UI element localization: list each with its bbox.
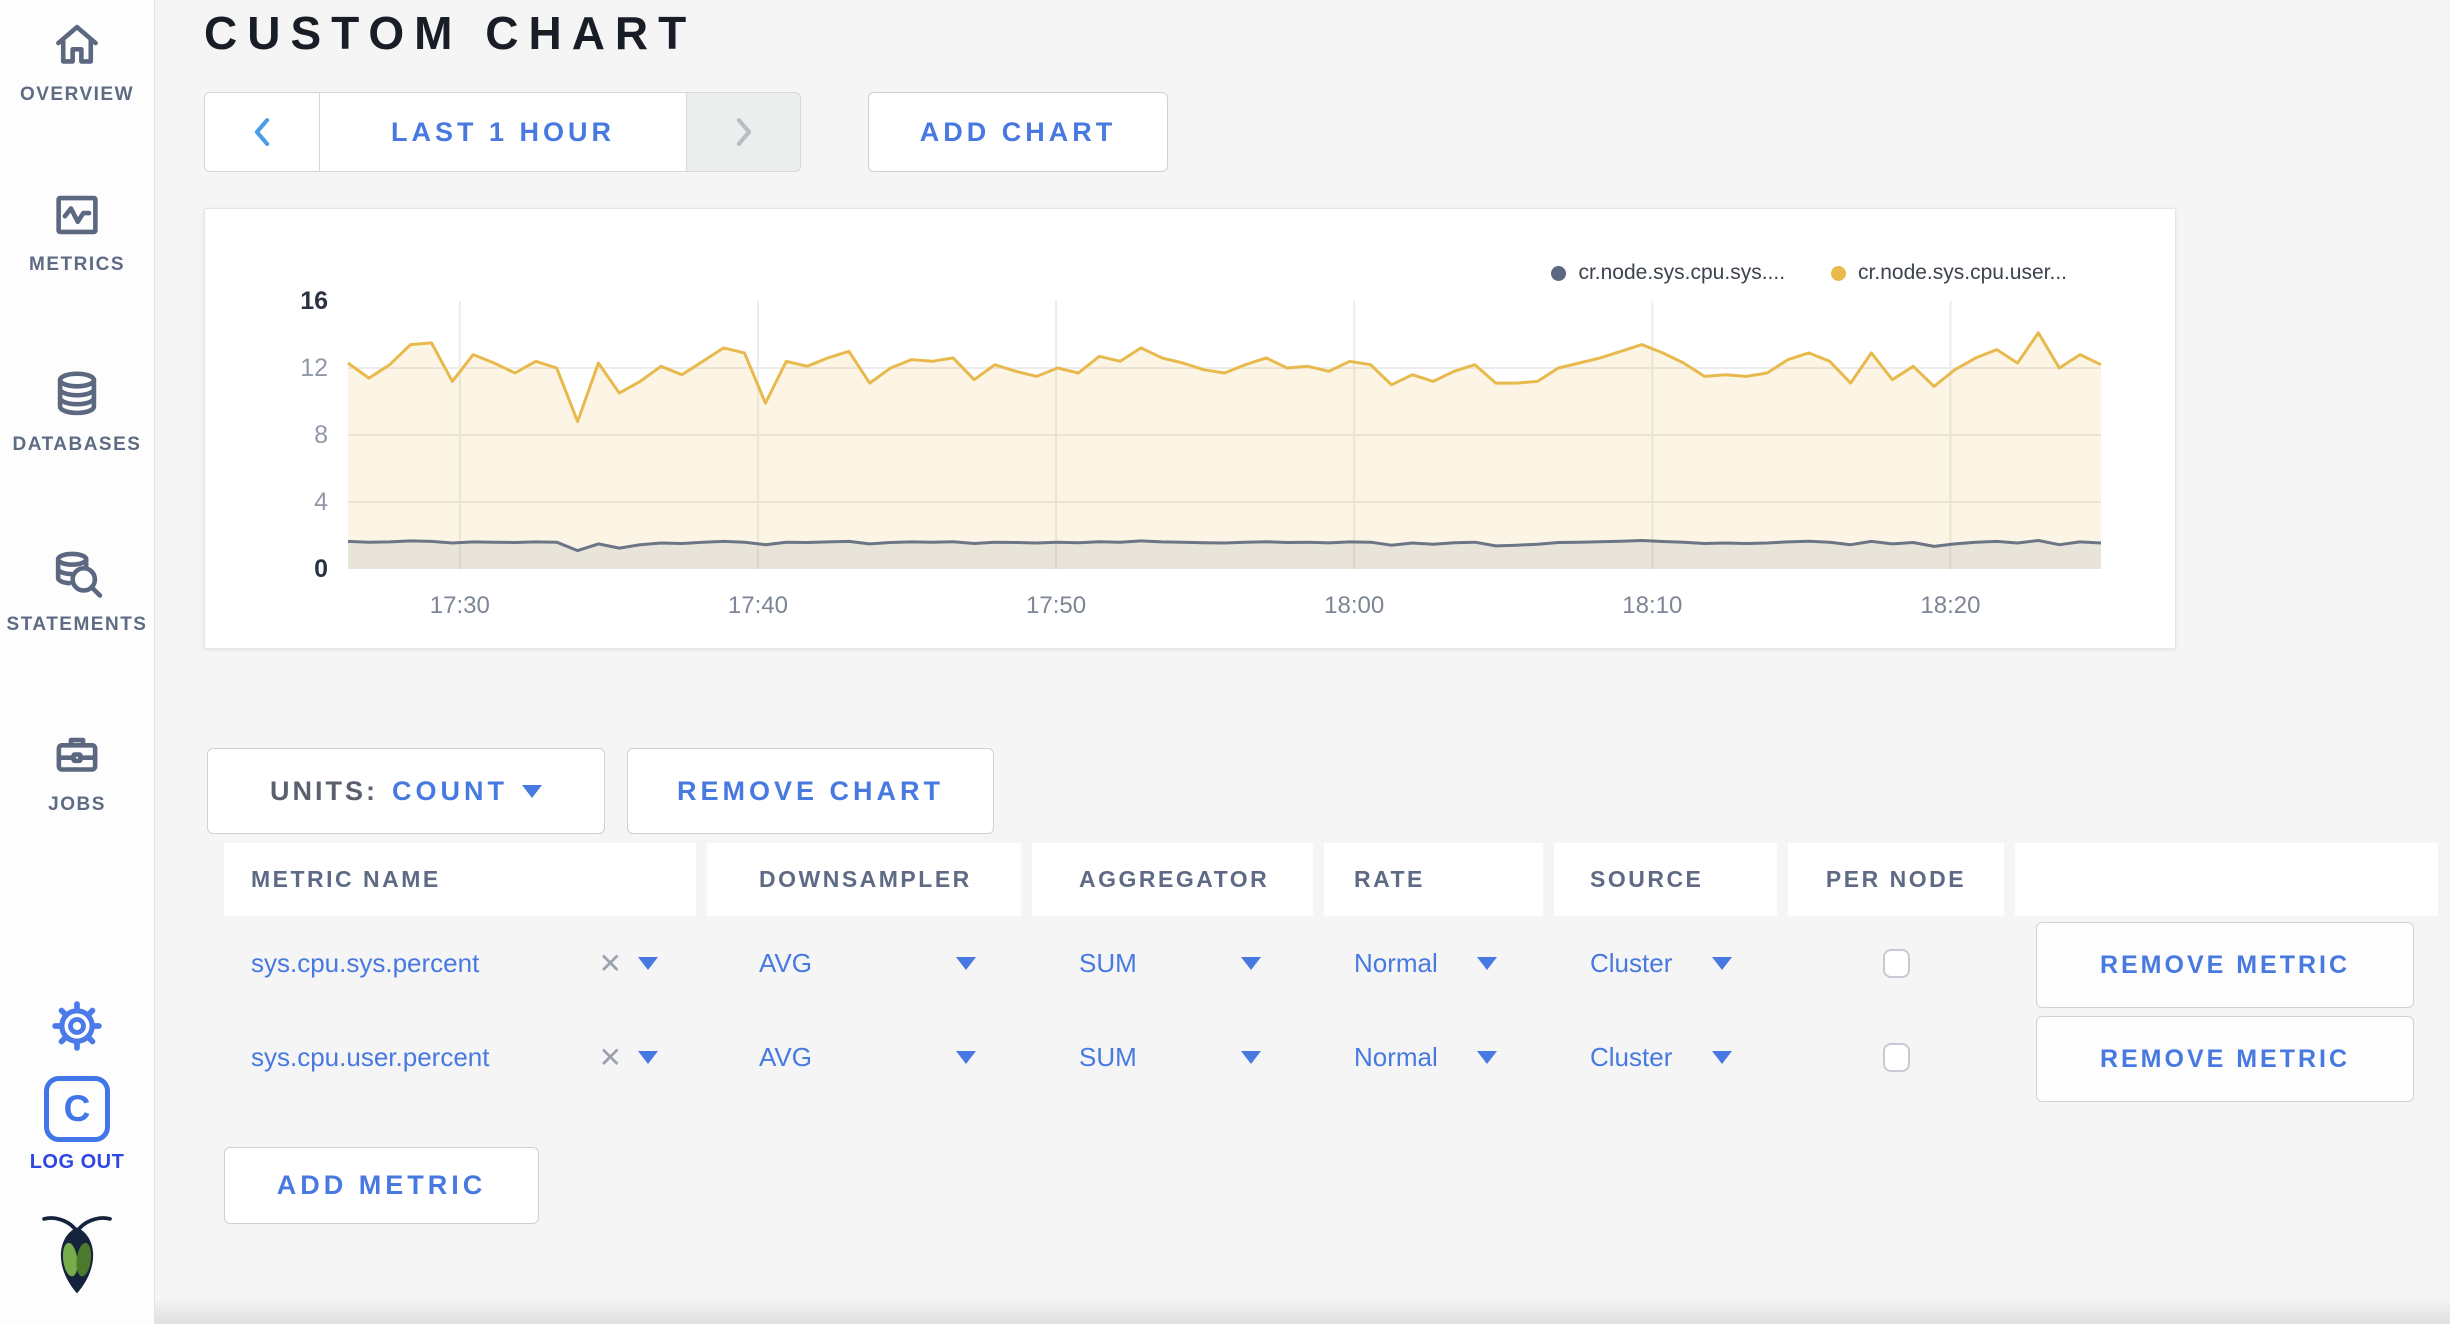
svg-text:0: 0 (314, 555, 328, 583)
table-row: sys.cpu.user.percent ✕ AVG SUM Normal Cl… (224, 1010, 2438, 1104)
metrics-chart-icon (56, 195, 98, 235)
downsampler-caret[interactable] (956, 956, 976, 970)
metric-dropdown-caret[interactable] (638, 1050, 658, 1064)
legend-dot-sys (1551, 265, 1567, 281)
page-title: CUSTOM CHART (204, 7, 697, 59)
svg-text:18:00: 18:00 (1324, 592, 1384, 619)
svg-text:16: 16 (300, 287, 328, 315)
source-value[interactable]: Cluster (1590, 948, 1672, 979)
logo-letter: C (63, 1088, 91, 1129)
downsampler-value[interactable]: AVG (759, 948, 812, 979)
sidebar-label-databases: DATABASES (12, 434, 142, 455)
col-header-aggregator: AGGREGATOR (1032, 843, 1313, 916)
metric-name-value[interactable]: sys.cpu.user.percent (251, 1042, 489, 1073)
rate-caret[interactable] (1477, 1050, 1497, 1064)
rate-value[interactable]: Normal (1354, 1042, 1438, 1073)
sidebar-item-databases[interactable]: DATABASES (0, 366, 154, 456)
sidebar-label-statements: STATEMENTS (6, 614, 148, 635)
remove-chart-button[interactable]: REMOVE CHART (627, 748, 994, 834)
svg-text:17:30: 17:30 (430, 592, 490, 619)
briefcase-icon (56, 737, 98, 772)
chart-legend: cr.node.sys.cpu.sys.... cr.node.sys.cpu.… (1551, 261, 2067, 285)
metric-dropdown-caret[interactable] (638, 956, 658, 970)
sidebar-label-jobs: JOBS (48, 794, 106, 815)
col-header-per-node: PER NODE (1788, 843, 2004, 916)
col-header-metric-name: METRIC NAME (224, 843, 696, 916)
source-caret[interactable] (1712, 1050, 1732, 1064)
sidebar-label-overview: OVERVIEW (19, 84, 135, 105)
legend-label-sys: cr.node.sys.cpu.sys.... (1578, 261, 1786, 284)
legend-label-user: cr.node.sys.cpu.user... (1858, 261, 2067, 284)
col-header-source: SOURCE (1554, 843, 1777, 916)
sidebar-item-metrics[interactable]: METRICS (0, 186, 154, 276)
aggregator-caret[interactable] (1241, 1050, 1261, 1064)
logout-label: LOG OUT (29, 1151, 125, 1173)
time-prev-button[interactable] (205, 93, 320, 171)
remove-metric-button[interactable]: REMOVE METRIC (2036, 1016, 2414, 1102)
aggregator-caret[interactable] (1241, 956, 1261, 970)
add-metric-button[interactable]: ADD METRIC (224, 1147, 539, 1224)
downsampler-value[interactable]: AVG (759, 1042, 812, 1073)
svg-text:8: 8 (314, 421, 328, 449)
svg-text:18:10: 18:10 (1622, 592, 1682, 619)
source-value[interactable]: Cluster (1590, 1042, 1672, 1073)
svg-text:18:20: 18:20 (1920, 592, 1980, 619)
units-label: UNITS: (270, 775, 378, 806)
per-node-checkbox[interactable] (1882, 1042, 1910, 1072)
statements-search-icon (55, 551, 103, 598)
legend-entry: cr.node.sys.cpu.user... (1831, 261, 2067, 285)
svg-text:4: 4 (314, 488, 328, 516)
col-header-actions (2015, 843, 2438, 916)
logout-button[interactable]: C LOG OUT (0, 1076, 154, 1174)
table-row: sys.cpu.sys.percent ✕ AVG SUM Normal Clu… (224, 916, 2438, 1010)
col-header-rate: RATE (1324, 843, 1543, 916)
metrics-table: METRIC NAME DOWNSAMPLER AGGREGATOR RATE … (224, 843, 2438, 1104)
time-range-dropdown[interactable]: LAST 1 HOUR (320, 93, 686, 171)
home-icon (56, 24, 98, 64)
source-caret[interactable] (1712, 956, 1732, 970)
rate-value[interactable]: Normal (1354, 948, 1438, 979)
table-header-row: METRIC NAME DOWNSAMPLER AGGREGATOR RATE … (224, 843, 2438, 916)
timeseries-chart-card: 0 4 8 12 16 17:30 17:40 17:50 18:00 18:10 18:20 cr… (204, 208, 2176, 649)
svg-text:17:40: 17:40 (728, 592, 788, 619)
time-next-button[interactable] (686, 93, 800, 171)
bottom-scroll-shadow (155, 1298, 2450, 1324)
downsampler-caret[interactable] (956, 1050, 976, 1064)
main-content: CUSTOM CHART LAST 1 HOUR ADD CHART 0 4 8 12… (155, 0, 2450, 1324)
per-node-checkbox[interactable] (1882, 948, 1910, 978)
sidebar-item-statements[interactable]: STATEMENTS (0, 546, 154, 636)
clear-metric-icon[interactable]: ✕ (599, 1041, 622, 1074)
cockroach-bug-logo (0, 1212, 154, 1303)
remove-metric-button[interactable]: REMOVE METRIC (2036, 922, 2414, 1008)
units-dropdown[interactable]: UNITS: COUNT (207, 748, 605, 834)
units-value: COUNT (392, 775, 508, 806)
metric-name-value[interactable]: sys.cpu.sys.percent (251, 948, 479, 979)
clear-metric-icon[interactable]: ✕ (599, 947, 622, 980)
legend-dot-user (1831, 265, 1847, 281)
sidebar-label-metrics: METRICS (29, 254, 125, 275)
svg-text:12: 12 (300, 354, 328, 382)
sidebar: OVERVIEW METRICS DATABASES STATEMENTS JO… (0, 0, 155, 1324)
sidebar-item-overview[interactable]: OVERVIEW (0, 16, 154, 106)
time-window-selector: LAST 1 HOUR (204, 92, 801, 172)
aggregator-value[interactable]: SUM (1079, 948, 1137, 979)
settings-gear-button[interactable] (0, 1000, 154, 1057)
rate-caret[interactable] (1477, 956, 1497, 970)
cockroach-c-logo: C (44, 1076, 110, 1142)
sidebar-item-jobs[interactable]: JOBS (0, 726, 154, 816)
col-header-downsampler: DOWNSAMPLER (707, 843, 1021, 916)
chevron-left-icon (254, 118, 270, 146)
chevron-right-icon (736, 118, 751, 146)
svg-text:17:50: 17:50 (1026, 592, 1086, 619)
chevron-down-icon (522, 784, 542, 798)
database-icon (57, 371, 97, 416)
aggregator-value[interactable]: SUM (1079, 1042, 1137, 1073)
legend-entry: cr.node.sys.cpu.sys.... (1551, 261, 1785, 285)
add-chart-button[interactable]: ADD CHART (868, 92, 1168, 172)
gear-icon (52, 1001, 102, 1051)
